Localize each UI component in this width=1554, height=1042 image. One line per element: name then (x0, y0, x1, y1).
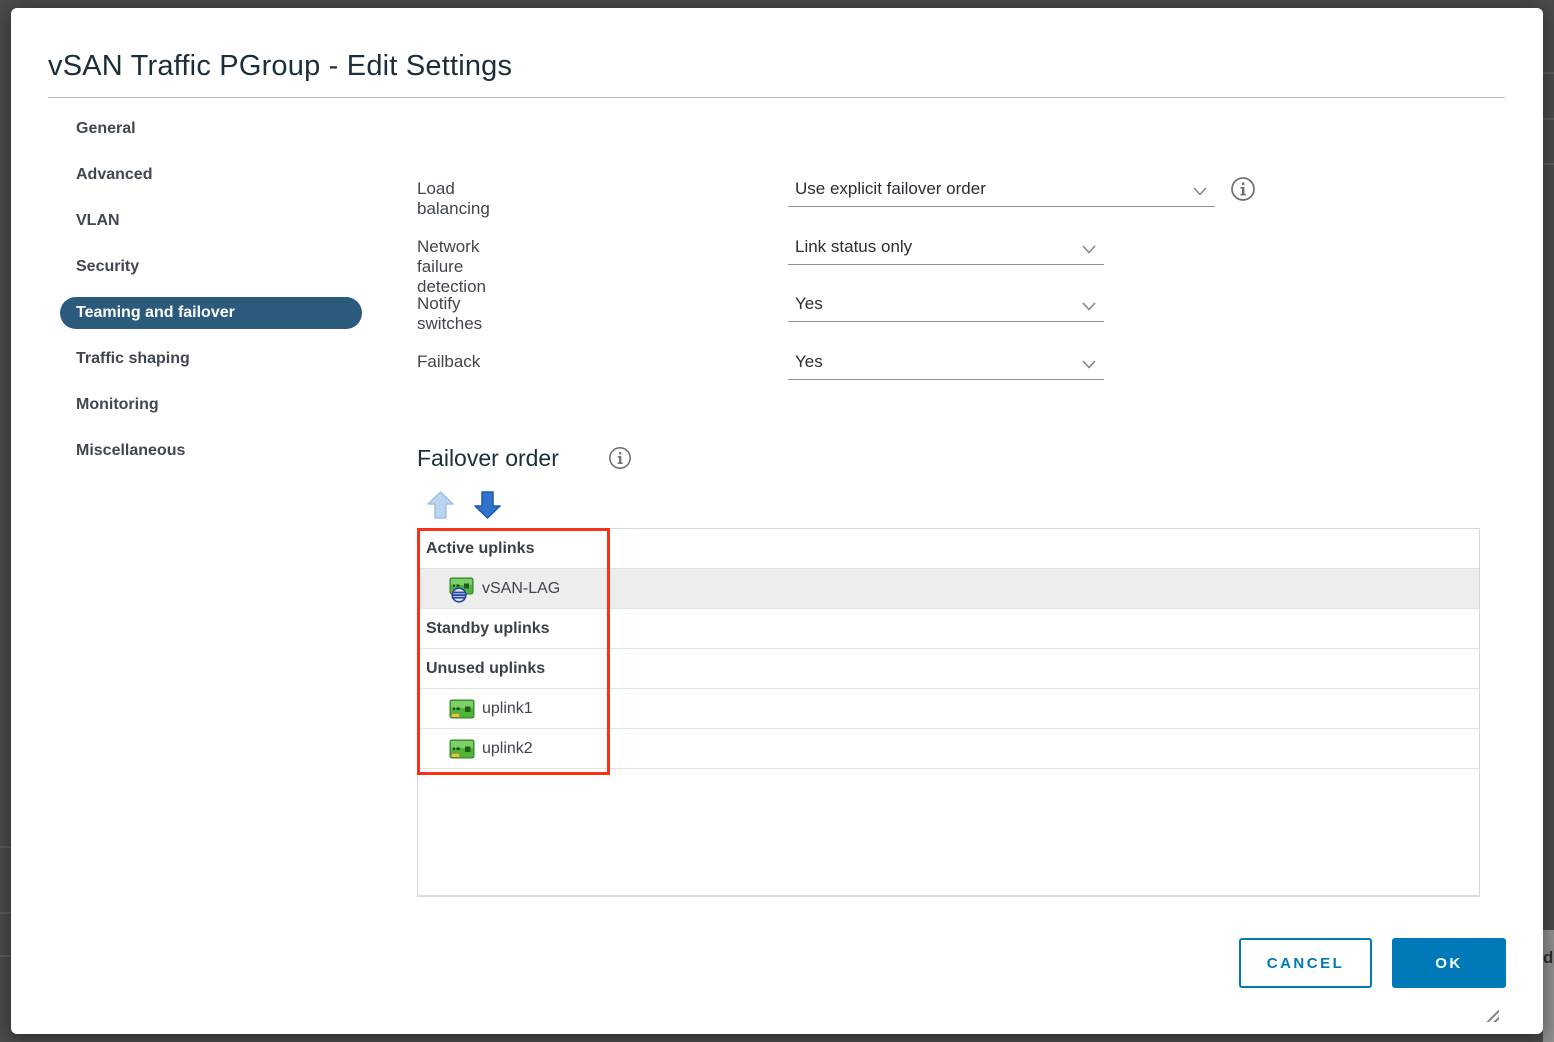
network-failure-detection-value: Link status only (795, 237, 912, 257)
backdrop-page-strip (1543, 930, 1554, 1042)
group-row-unused-uplinks: Unused uplinks (418, 649, 1479, 689)
notify-switches-select[interactable]: Yes (788, 291, 1104, 322)
move-up-button[interactable] (427, 491, 454, 519)
uplink-label: uplink2 (482, 740, 533, 758)
info-icon[interactable] (608, 446, 632, 470)
backdrop-row-line (1543, 118, 1554, 120)
sidebar-item-general[interactable]: General (60, 106, 362, 152)
title-divider (48, 97, 1505, 98)
uplink-row-uplink2[interactable]: uplink2 (418, 729, 1479, 769)
failback-label: Failback (417, 352, 480, 372)
chevron-down-icon (1082, 302, 1096, 311)
resize-handle[interactable] (1482, 1005, 1499, 1022)
load-balancing-select[interactable]: Use explicit failover order (788, 176, 1215, 207)
dialog-title: vSAN Traffic PGroup - Edit Settings (48, 50, 512, 83)
uplink-row-uplink1[interactable]: uplink1 (418, 689, 1479, 729)
backdrop-row-line (0, 846, 11, 848)
sidebar-item-teaming-and-failover[interactable]: Teaming and failover (60, 297, 362, 329)
notify-switches-value: Yes (795, 294, 823, 314)
cancel-button[interactable]: CANCEL (1239, 938, 1372, 988)
network-failure-detection-label: Network failure detection (417, 237, 486, 297)
chevron-down-icon (1082, 245, 1096, 254)
sidebar-item-monitoring[interactable]: Monitoring (60, 382, 362, 428)
load-balancing-label: Load balancing (417, 179, 490, 219)
lag-icon (449, 577, 475, 603)
network-failure-detection-select[interactable]: Link status only (788, 234, 1104, 265)
chevron-down-icon (1193, 187, 1207, 196)
backdrop-row-line (0, 955, 11, 957)
failback-value: Yes (795, 352, 823, 372)
failback-select[interactable]: Yes (788, 349, 1104, 380)
sidebar-item-traffic-shaping[interactable]: Traffic shaping (60, 336, 362, 382)
sidebar-item-security[interactable]: Security (60, 244, 362, 290)
info-icon[interactable] (1230, 176, 1256, 202)
sidebar-item-miscellaneous[interactable]: Miscellaneous (60, 428, 362, 474)
sidebar-item-advanced[interactable]: Advanced (60, 152, 362, 198)
failover-order-table: Active uplinks vSAN-LAG Standby uplinks … (417, 528, 1480, 897)
ok-button[interactable]: OK (1392, 938, 1506, 988)
group-row-active-uplinks: Active uplinks (418, 529, 1479, 569)
backdrop-row-line (1543, 72, 1554, 74)
uplink-row-vsan-lag[interactable]: vSAN-LAG (418, 569, 1479, 609)
uplink-label: uplink1 (482, 700, 533, 718)
settings-sidebar: General Advanced VLAN Security Teaming a… (60, 106, 362, 474)
backdrop-text-fragment: d (1543, 948, 1554, 968)
chevron-down-icon (1082, 360, 1096, 369)
failover-order-heading: Failover order (417, 445, 559, 472)
backdrop-row-line (0, 912, 11, 914)
edit-settings-dialog: vSAN Traffic PGroup - Edit Settings Gene… (11, 8, 1543, 1034)
notify-switches-label: Notify switches (417, 294, 482, 334)
group-row-standby-uplinks: Standby uplinks (418, 609, 1479, 649)
sidebar-item-vlan[interactable]: VLAN (60, 198, 362, 244)
load-balancing-value: Use explicit failover order (795, 179, 986, 199)
nic-icon (449, 737, 475, 763)
move-down-button[interactable] (474, 491, 501, 519)
uplink-label: vSAN-LAG (482, 580, 560, 598)
backdrop-row-line (1543, 163, 1554, 165)
nic-icon (449, 697, 475, 723)
